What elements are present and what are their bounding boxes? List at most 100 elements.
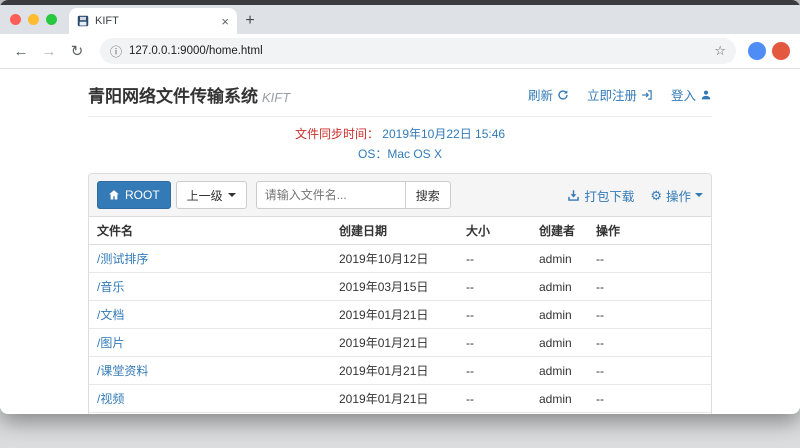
login-link[interactable]: 登入	[671, 85, 712, 104]
back-icon[interactable]: ←	[10, 43, 32, 60]
sync-status-line: 文件同步时间： 2019年10月22日 15:46	[88, 125, 712, 142]
file-operations-cell: --	[588, 329, 711, 357]
folder-link[interactable]: /音乐	[97, 280, 124, 294]
file-toolbar: ROOT 上一级 搜索	[89, 174, 711, 217]
root-button[interactable]: ROOT	[97, 181, 171, 209]
file-name-cell: /测试排序	[89, 245, 331, 273]
file-date-cell: 2019年01月21日	[331, 385, 458, 413]
profile-avatar[interactable]	[772, 42, 790, 60]
file-operations-cell: --	[588, 245, 711, 273]
minimize-window-button[interactable]	[28, 14, 39, 25]
file-creator-cell: admin	[531, 357, 588, 385]
page-title: 青阳网络文件传输系统KIFT	[88, 82, 290, 107]
file-date-cell: 2019年01月21日	[331, 301, 458, 329]
file-date-cell: 2019年10月12日	[331, 245, 458, 273]
file-size-cell: --	[458, 245, 531, 273]
package-download-link[interactable]: 打包下载	[567, 186, 634, 205]
file-date-cell: 2019年01月21日	[331, 329, 458, 357]
address-bar[interactable]: ⓘ 127.0.0.1:9000/home.html ☆	[100, 38, 736, 64]
user-icon	[700, 89, 712, 101]
file-table-body: /测试排序2019年10月12日--admin--/音乐2019年03月15日-…	[89, 245, 711, 415]
tab-close-icon[interactable]: ×	[221, 15, 229, 28]
table-row: /音乐2019年03月15日--admin--	[89, 273, 711, 301]
table-row: /图片2019年01月21日--admin--	[89, 329, 711, 357]
folder-link[interactable]: /课堂资料	[97, 364, 148, 378]
forward-icon[interactable]: →	[38, 43, 60, 60]
search-button[interactable]: 搜索	[406, 181, 451, 209]
file-operations-cell: --	[588, 385, 711, 413]
register-link[interactable]: 立即注册	[587, 85, 653, 104]
browser-window: KIFT × + ← → ↻ ⓘ 127.0.0.1:9000/home.htm…	[0, 0, 800, 414]
folder-link[interactable]: /视频	[97, 392, 124, 406]
table-row: /视频2019年01月21日--admin--	[89, 385, 711, 413]
folder-link[interactable]: /文档	[97, 308, 124, 322]
tab-strip: KIFT × +	[0, 5, 800, 34]
site-info-icon[interactable]: ⓘ	[110, 43, 122, 60]
reload-icon[interactable]: ↻	[66, 42, 88, 60]
file-name-cell: /文档	[89, 301, 331, 329]
column-header-size: 大小	[458, 217, 531, 245]
refresh-link[interactable]: 刷新	[528, 85, 569, 104]
search-input[interactable]	[256, 181, 406, 209]
window-controls	[10, 14, 57, 25]
browser-tab[interactable]: KIFT ×	[69, 8, 237, 34]
file-operations-cell: --	[588, 301, 711, 329]
file-size-cell: 1986MB	[458, 413, 531, 415]
table-row: ubuntu-18.04.3-desktop-amd64.iso2019年10月…	[89, 413, 711, 415]
chevron-down-icon	[695, 193, 703, 197]
file-creator-cell: admin	[531, 273, 588, 301]
tab-title: KIFT	[95, 15, 215, 27]
file-size-cell: --	[458, 301, 531, 329]
file-name-cell: /视频	[89, 385, 331, 413]
home-icon	[108, 189, 120, 201]
table-header-row: 文件名 创建日期 大小 创建者 操作	[89, 217, 711, 245]
url-text[interactable]: 127.0.0.1:9000/home.html	[129, 45, 707, 57]
chevron-down-icon	[228, 193, 236, 197]
file-name-cell: /课堂资料	[89, 357, 331, 385]
search-group: 搜索	[256, 181, 451, 209]
os-status-line: OS：Mac OS X	[88, 145, 712, 162]
file-creator-cell: admin	[531, 329, 588, 357]
column-header-operations: 操作	[588, 217, 711, 245]
folder-link[interactable]: /图片	[97, 336, 124, 350]
extension-icon[interactable]	[748, 42, 766, 60]
file-operations-cell: --	[588, 273, 711, 301]
file-size-cell: --	[458, 385, 531, 413]
file-name-cell: /图片	[89, 329, 331, 357]
close-window-button[interactable]	[10, 14, 21, 25]
table-row: /课堂资料2019年01月21日--admin--	[89, 357, 711, 385]
file-operations-cell: --	[588, 357, 711, 385]
file-name-cell: ubuntu-18.04.3-desktop-amd64.iso	[89, 413, 331, 415]
column-header-creator: 创建者	[531, 217, 588, 245]
up-level-button[interactable]: 上一级	[176, 181, 247, 209]
file-creator-cell: admin	[531, 301, 588, 329]
log-in-icon	[641, 89, 653, 101]
column-header-date: 创建日期	[331, 217, 458, 245]
file-date-cell: 2019年01月21日	[331, 357, 458, 385]
zoom-window-button[interactable]	[46, 14, 57, 25]
file-browser-panel: ROOT 上一级 搜索	[88, 173, 712, 414]
header-divider	[88, 116, 712, 117]
folder-link[interactable]: /测试排序	[97, 252, 148, 266]
file-creator-cell: admin	[531, 413, 588, 415]
table-row: /文档2019年01月21日--admin--	[89, 301, 711, 329]
page-subtitle: KIFT	[262, 90, 290, 105]
toolbar-right: 打包下载 ⚙ 操作	[567, 186, 703, 205]
file-size-cell: --	[458, 329, 531, 357]
page-header: 青阳网络文件传输系统KIFT 刷新 立即注册	[88, 82, 712, 107]
download-tray-icon	[567, 189, 580, 202]
browser-toolbar: ← → ↻ ⓘ 127.0.0.1:9000/home.html ☆	[0, 34, 800, 69]
new-tab-button[interactable]: +	[237, 8, 263, 34]
table-row: /测试排序2019年10月12日--admin--	[89, 245, 711, 273]
bookmark-star-icon[interactable]: ☆	[714, 43, 726, 59]
file-creator-cell: admin	[531, 385, 588, 413]
operations-dropdown[interactable]: ⚙ 操作	[650, 186, 703, 205]
web-page: 青阳网络文件传输系统KIFT 刷新 立即注册	[0, 69, 800, 413]
sync-label: 文件同步时间：	[295, 127, 379, 141]
header-links: 刷新 立即注册 登入	[528, 85, 712, 104]
file-date-cell: 2019年03月15日	[331, 273, 458, 301]
file-date-cell: 2019年10月20日	[331, 413, 458, 415]
refresh-icon	[557, 89, 569, 101]
file-creator-cell: admin	[531, 245, 588, 273]
sync-time: 2019年10月22日 15:46	[382, 127, 505, 141]
